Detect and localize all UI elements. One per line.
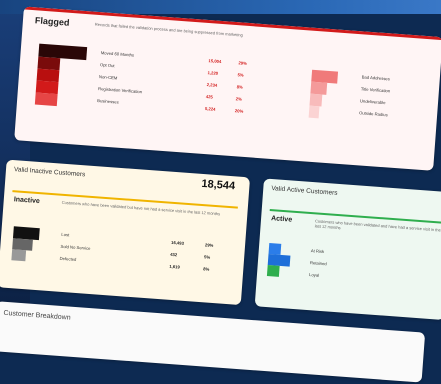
flagged-card: Flagged Records that failed the validati… — [14, 6, 441, 171]
flag-label-3: Registration Verification — [97, 86, 143, 95]
flag-label-2: Non-CEM — [98, 74, 118, 81]
flagged-title: Flagged — [34, 15, 70, 28]
flag-pct-1: 5% — [237, 72, 244, 78]
inactive-pct-0: 29% — [204, 242, 214, 248]
flag-right-label-3: Outside Radius — [358, 110, 388, 118]
flag-value-1: 1,220 — [207, 70, 219, 76]
flag-right-label-1: Title Verification — [360, 86, 391, 94]
inactive-value-2: 1,619 — [169, 263, 180, 270]
inactive-section-title: Valid Inactive Customers — [13, 166, 86, 179]
active-section-title: Valid Active Customers — [271, 185, 338, 197]
flag-value-4: 5,224 — [204, 105, 216, 112]
flag-right-label-0: Bad Addresses — [361, 74, 391, 82]
breakdown-title: Customer Breakdown — [3, 309, 71, 322]
inactive-pct-1: 5% — [203, 254, 211, 260]
active-label-0: At Risk — [310, 248, 325, 255]
flag-pct-4: 20% — [234, 108, 244, 114]
flagged-description: Records that failed the validation proce… — [94, 21, 243, 38]
active-label-1: Retained — [309, 260, 327, 267]
flag-value-2: 2,234 — [206, 82, 218, 88]
flag-pct-2: 8% — [236, 84, 243, 90]
flag-label-4: Businesses — [97, 98, 119, 105]
active-bar-loyal — [266, 264, 280, 277]
inactive-label-2: Defected — [59, 255, 77, 262]
flag-right-bar-3 — [308, 105, 320, 119]
inactive-title: Inactive — [13, 196, 41, 206]
flag-pct-0: 29% — [238, 60, 247, 66]
inactive-pct-2: 8% — [203, 266, 210, 272]
flag-pct-3: 2% — [235, 96, 243, 102]
inactive-total: 18,544 — [201, 177, 236, 193]
inactive-card: Valid Inactive Customers 18,544 Inactive… — [0, 159, 251, 306]
inactive-label-0: Lost — [61, 231, 70, 238]
inactive-bar-defected — [11, 249, 27, 262]
flag-bar-businesses — [34, 92, 58, 107]
flag-value-0: 15,004 — [208, 58, 222, 65]
flag-right-label-2: Undeliverable — [359, 98, 386, 106]
active-title: Active — [270, 215, 293, 224]
inactive-description: Customers who have been validated but ha… — [61, 199, 221, 217]
dashboard-canvas: Flagged Records that failed the validati… — [0, 6, 441, 383]
active-card: Valid Active Customers Active Customers … — [254, 178, 441, 321]
flag-label-0: Moved 60 Months — [100, 50, 135, 58]
flag-right-bar-2 — [309, 93, 323, 107]
flag-label-1: Opt Out — [99, 62, 115, 69]
inactive-value-1: 432 — [170, 251, 178, 258]
inactive-label-1: Sold No Service — [60, 243, 91, 251]
active-bar-atrisk — [268, 243, 282, 255]
flag-value-3: 425 — [205, 94, 214, 100]
active-label-2: Loyal — [308, 272, 320, 278]
inactive-value-0: 16,493 — [170, 239, 185, 246]
